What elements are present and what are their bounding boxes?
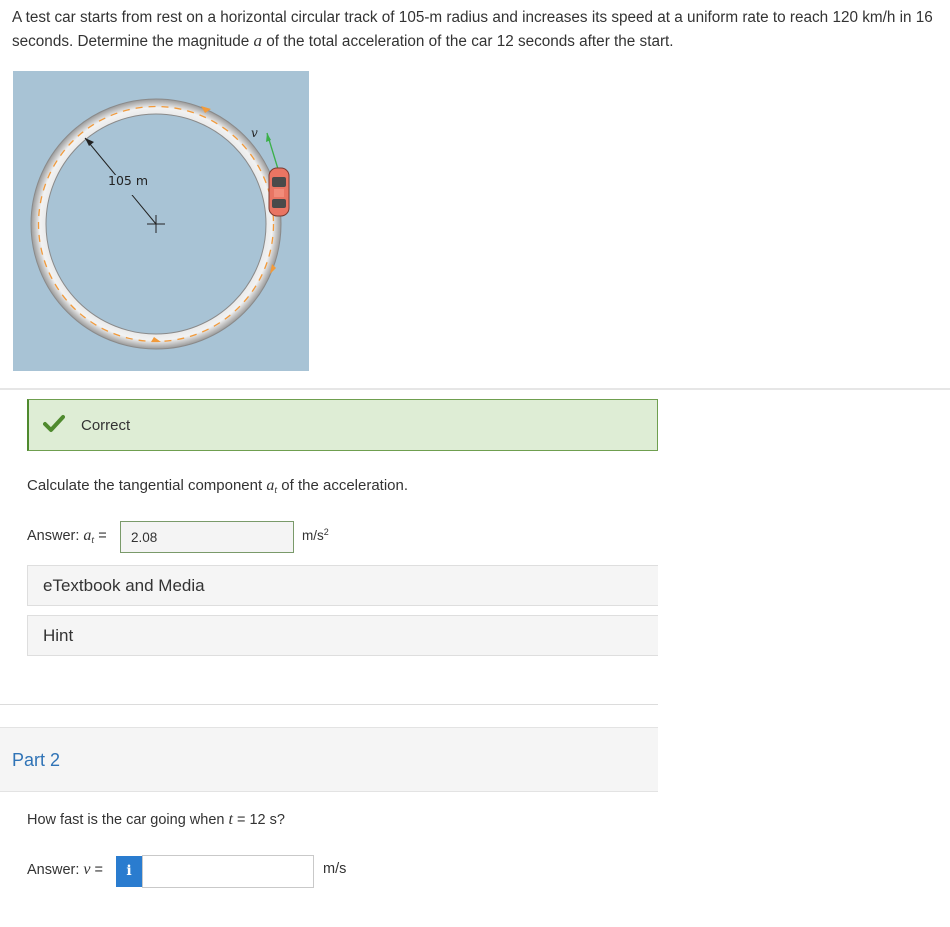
info-icon[interactable]: i (116, 856, 142, 887)
car-icon (268, 167, 290, 217)
problem-statement: A test car starts from rest on a horizon… (12, 9, 933, 50)
part2-answer-input[interactable] (142, 855, 314, 888)
checkmark-icon (43, 415, 65, 432)
correct-banner: Correct (27, 399, 658, 451)
section-divider (0, 388, 950, 390)
radius-label: 105 m (108, 173, 148, 188)
velocity-label: v (251, 126, 258, 140)
part2-header: Part 2 (0, 727, 658, 792)
part1-answer-field[interactable]: 2.08 (120, 521, 294, 553)
part1-answer-label: Answer: at = (27, 527, 107, 546)
etextbook-media-label: eTextbook and Media (43, 576, 205, 595)
part1-unit: m/s2 (302, 527, 329, 543)
part2-answer-label: Answer: v = (27, 861, 104, 878)
track-figure: 105 m v (13, 71, 309, 371)
part2-question: How fast is the car going when t = 12 s? (27, 811, 285, 828)
section-divider (0, 704, 658, 705)
etextbook-media-panel[interactable]: eTextbook and Media (27, 565, 658, 606)
part2-unit: m/s (323, 861, 347, 877)
part2-title: Part 2 (12, 750, 61, 770)
hint-label: Hint (43, 626, 74, 645)
hint-panel[interactable]: Hint (27, 615, 658, 656)
part1-question: Calculate the tangential component at of… (27, 477, 409, 496)
correct-label: Correct (81, 417, 131, 434)
